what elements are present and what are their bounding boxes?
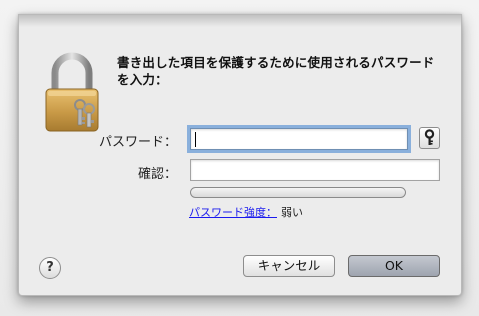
text-caret <box>195 132 196 147</box>
password-assistant-button[interactable] <box>419 127 440 149</box>
key-icon <box>424 129 435 145</box>
verify-label: 確認： <box>137 167 177 182</box>
help-button[interactable]: ? <box>39 257 61 279</box>
password-strength-meter <box>190 187 406 198</box>
password-field[interactable] <box>190 128 408 150</box>
password-strength-link[interactable]: パスワード強度： <box>189 204 277 220</box>
lock-with-keys-icon <box>45 52 99 132</box>
password-dialog: 書き出した項目を保護するために使用されるパスワードを入力： パスワード： 確認：… <box>18 14 462 296</box>
sheet-shadow <box>19 15 461 27</box>
password-strength-value: 弱い <box>281 206 303 219</box>
ok-button[interactable]: OK <box>348 255 440 277</box>
verify-field[interactable] <box>190 159 440 181</box>
dialog-message: 書き出した項目を保護するために使用されるパスワードを入力： <box>117 55 435 87</box>
help-icon: ? <box>46 260 54 275</box>
password-label: パスワード： <box>98 135 177 150</box>
cancel-button[interactable]: キャンセル <box>243 255 335 277</box>
